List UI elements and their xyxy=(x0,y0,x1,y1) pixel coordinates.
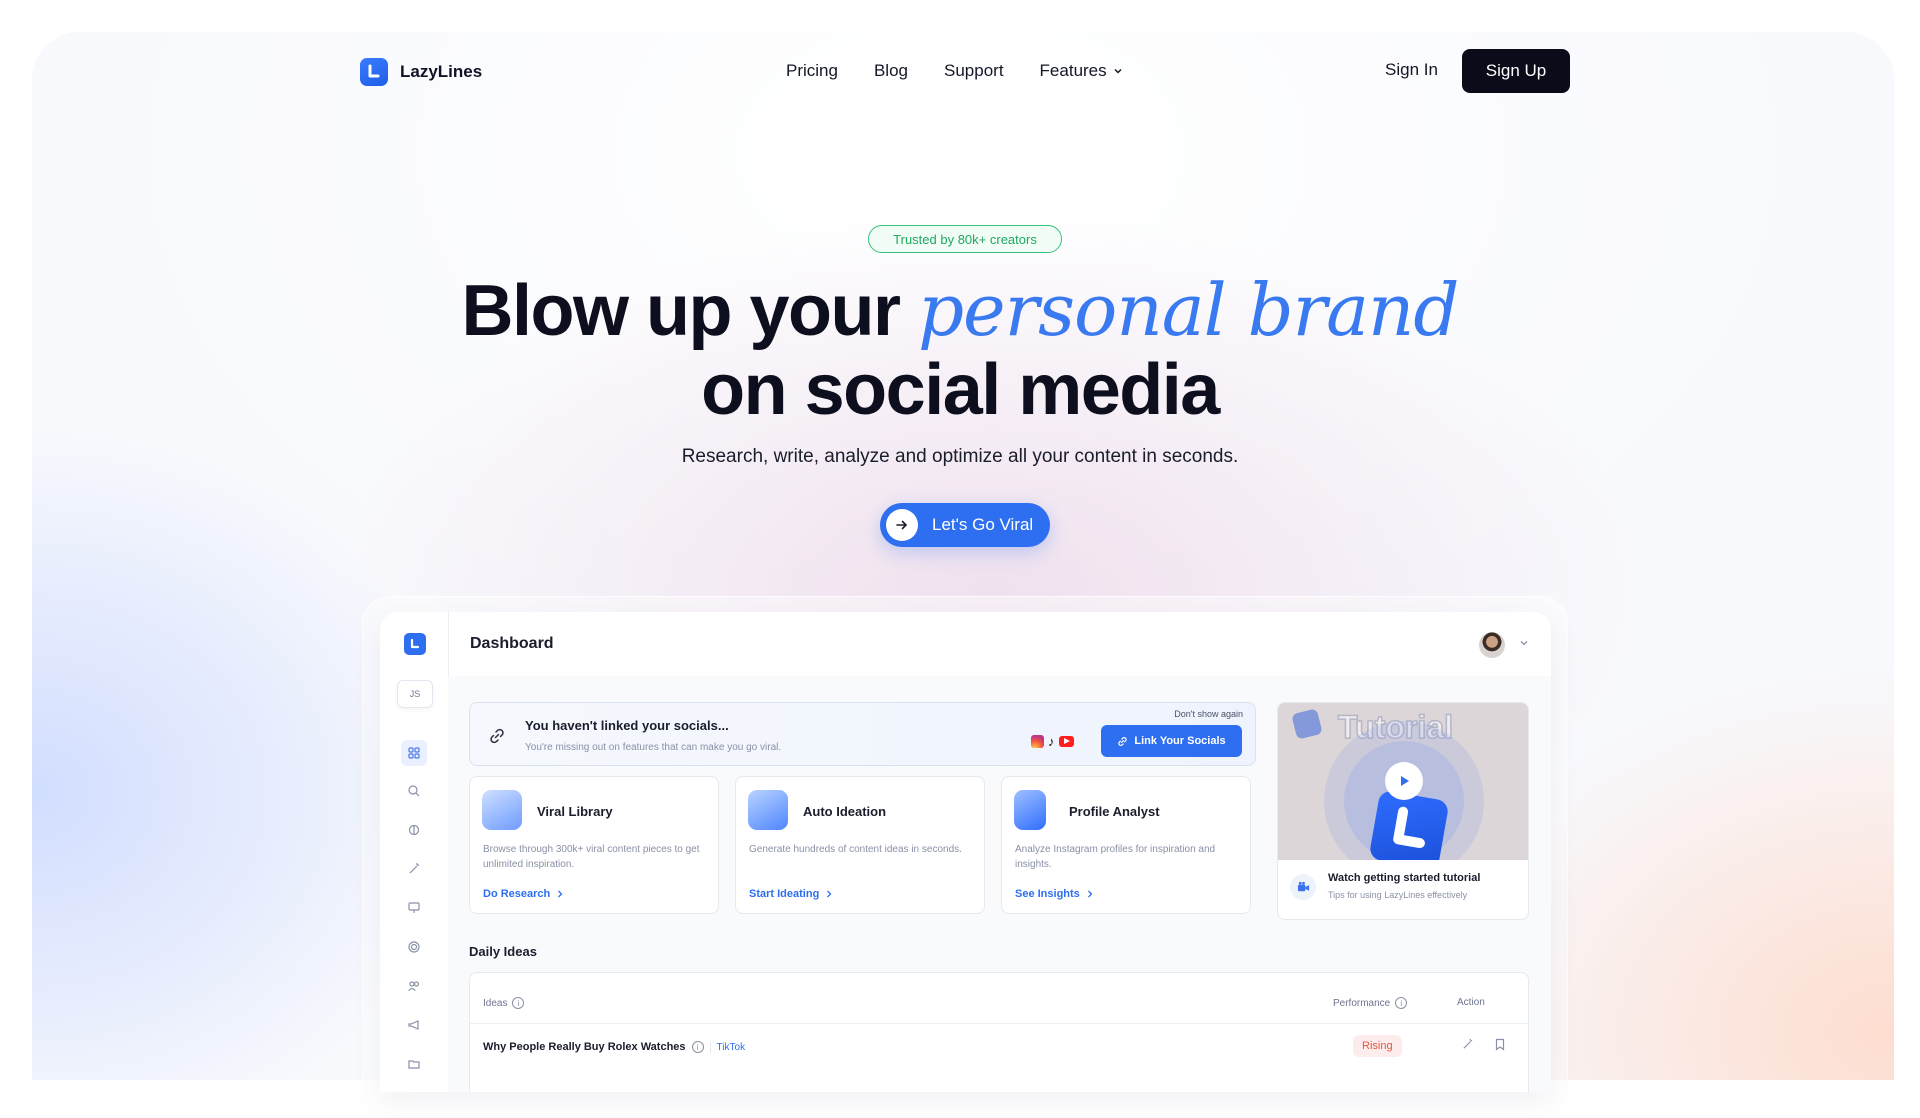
presentation-icon[interactable] xyxy=(401,895,427,921)
logo-icon xyxy=(1291,708,1323,740)
target-icon[interactable] xyxy=(401,934,427,960)
card-link-label: Start Ideating xyxy=(749,888,820,900)
tutorial-title: Watch getting started tutorial xyxy=(1328,872,1481,884)
column-header-ideas: Ideas i xyxy=(483,997,525,1009)
cta-label: Let's Go Viral xyxy=(932,515,1034,534)
dashboard-title: Dashboard xyxy=(470,635,554,652)
chevron-down-icon xyxy=(1114,68,1122,74)
avatar[interactable] xyxy=(1479,632,1505,658)
tutorial-card[interactable]: Tutorial Watch getting started tutorial … xyxy=(1277,702,1529,920)
magic-wand-icon[interactable] xyxy=(1461,1038,1474,1051)
platform-tag: TikTok xyxy=(709,1041,745,1053)
magic-wand-icon[interactable] xyxy=(401,856,427,882)
dashboard-preview: JS Dashboard You haven't linked your soc… xyxy=(380,612,1551,1092)
link-socials-label: Link Your Socials xyxy=(1134,735,1226,747)
workspace-avatar[interactable]: JS xyxy=(397,680,433,708)
card-title: Auto Ideation xyxy=(803,804,887,819)
bookmark-icon[interactable] xyxy=(1494,1038,1506,1051)
hero-subheadline: Research, write, analyze and optimize al… xyxy=(681,446,1239,467)
nav-link-features[interactable]: Features xyxy=(1040,61,1123,81)
profile-document-icon xyxy=(1014,790,1046,830)
column-label: Performance xyxy=(1333,997,1391,1009)
card-profile-analyst[interactable]: Profile Analyst Analyze Instagram profil… xyxy=(1001,776,1251,914)
hero-headline-line2: on social media xyxy=(701,350,1220,430)
nav-links: Pricing Blog Support Features xyxy=(786,58,1123,84)
column-header-action: Action xyxy=(1457,997,1485,1008)
nav-link-support[interactable]: Support xyxy=(944,61,1004,81)
nav-link-blog[interactable]: Blog xyxy=(874,61,908,81)
dont-show-again-link[interactable]: Don't show again xyxy=(1174,709,1243,719)
sign-up-button[interactable]: Sign Up xyxy=(1462,49,1570,93)
nav-link-pricing[interactable]: Pricing xyxy=(786,61,838,81)
info-icon[interactable]: i xyxy=(691,1041,704,1053)
chevron-right-icon xyxy=(558,890,563,898)
megaphone-icon[interactable] xyxy=(401,1012,427,1038)
tutorial-description: Tips for using LazyLines effectively xyxy=(1328,890,1468,900)
column-header-performance: Performance i xyxy=(1333,997,1408,1009)
brand-logo[interactable]: LazyLines xyxy=(360,58,482,86)
top-navigation: LazyLines Pricing Blog Support Features … xyxy=(0,0,1920,140)
headline-accent: personal brand xyxy=(917,268,1460,352)
trust-badge: Trusted by 80k+ creators xyxy=(868,225,1062,253)
search-icon[interactable] xyxy=(401,778,427,804)
column-label: Ideas xyxy=(483,997,508,1009)
card-description: Browse through 300k+ viral content piece… xyxy=(483,844,700,870)
headline-start: Blow up your xyxy=(461,271,918,351)
card-title: Viral Library xyxy=(537,804,613,819)
dashboard-sidebar: JS xyxy=(380,612,449,1092)
cta-button[interactable]: Let's Go Viral xyxy=(880,503,1050,547)
folder-icon[interactable] xyxy=(401,1051,427,1077)
card-link-label: Do Research xyxy=(483,888,551,900)
logo-icon xyxy=(1368,789,1450,860)
arrow-right-icon xyxy=(886,509,918,541)
users-icon[interactable] xyxy=(401,973,427,999)
logo-icon xyxy=(360,58,388,86)
chevron-right-icon xyxy=(1087,890,1093,898)
link-socials-button[interactable]: Link Your Socials xyxy=(1101,725,1242,757)
sidebar-logo-icon[interactable] xyxy=(404,633,426,655)
daily-ideas-heading: Daily Ideas xyxy=(469,944,537,959)
divider xyxy=(470,1023,1528,1024)
instagram-icon xyxy=(1031,735,1044,748)
idea-title: Why People Really Buy Rolex Watches xyxy=(483,1041,686,1053)
brand-name: LazyLines xyxy=(400,62,483,81)
link-socials-banner: You haven't linked your socials... You'r… xyxy=(469,702,1256,766)
hero-headline-line1: Blow up your personal brand xyxy=(0,270,1920,351)
chevron-right-icon xyxy=(827,890,832,898)
youtube-icon xyxy=(1058,736,1074,747)
brain-icon[interactable] xyxy=(401,817,427,843)
banner-description: You're missing out on features that can … xyxy=(525,742,782,753)
dashboard-topbar: Dashboard xyxy=(448,612,1551,677)
banner-title: You haven't linked your socials... xyxy=(525,718,729,733)
column-label: Action xyxy=(1457,997,1485,1008)
tutorial-thumbnail[interactable]: Tutorial xyxy=(1278,703,1528,860)
table-row[interactable]: Why People Really Buy Rolex Watches i Ti… xyxy=(483,1041,745,1053)
image-gallery-icon xyxy=(482,790,522,830)
see-insights-link[interactable]: See Insights xyxy=(1015,888,1094,900)
sign-in-link[interactable]: Sign In xyxy=(1385,60,1438,80)
chevron-down-icon[interactable] xyxy=(1519,638,1529,648)
video-camera-icon xyxy=(1290,874,1316,900)
do-research-link[interactable]: Do Research xyxy=(483,888,564,900)
card-description: Generate hundreds of content ideas in se… xyxy=(749,844,962,855)
dashboard-body: You haven't linked your socials... You'r… xyxy=(448,676,1551,1092)
card-title: Profile Analyst xyxy=(1069,804,1160,819)
status-badge: Rising xyxy=(1353,1035,1402,1057)
social-icons: ♪ xyxy=(1031,734,1074,749)
link-icon xyxy=(490,728,504,744)
card-viral-library[interactable]: Viral Library Browse through 300k+ viral… xyxy=(469,776,719,914)
start-ideating-link[interactable]: Start Ideating xyxy=(749,888,833,900)
link-icon xyxy=(1118,736,1128,746)
card-auto-ideation[interactable]: Auto Ideation Generate hundreds of conte… xyxy=(735,776,985,914)
card-link-label: See Insights xyxy=(1015,888,1080,900)
play-icon[interactable] xyxy=(1385,762,1423,800)
tiktok-icon: ♪ xyxy=(1048,734,1055,749)
grid-icon[interactable] xyxy=(401,740,427,766)
card-description: Analyze Instagram profiles for inspirati… xyxy=(1015,844,1216,870)
daily-ideas-table: Ideas i Performance i Action Why People … xyxy=(469,972,1529,1092)
info-icon[interactable]: i xyxy=(1395,997,1408,1009)
nav-link-features-label: Features xyxy=(1039,61,1107,80)
lightbulb-icon xyxy=(748,790,788,830)
info-icon[interactable]: i xyxy=(512,997,525,1009)
